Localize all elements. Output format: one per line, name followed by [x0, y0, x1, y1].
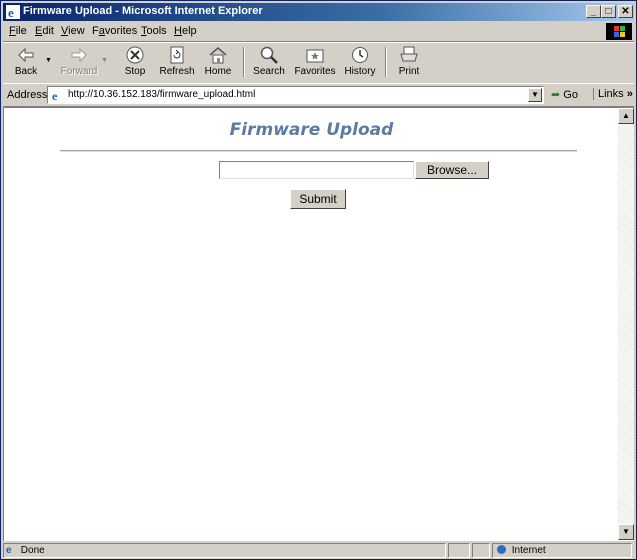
forward-label: Forward [60, 66, 98, 77]
horizontal-rule [60, 150, 577, 152]
refresh-icon [170, 46, 184, 64]
windows-logo-icon [606, 23, 632, 40]
standard-toolbar: Back ▼ Forward ▼ Stop Refresh Home Searc… [3, 42, 634, 84]
menu-file-key: F [9, 25, 16, 37]
menu-help-key: H [174, 25, 182, 37]
toolbar-separator [243, 47, 245, 77]
printer-icon [400, 46, 418, 62]
back-button[interactable]: Back [9, 45, 43, 81]
globe-icon [497, 545, 506, 554]
go-button[interactable]: ➦ Go [551, 88, 578, 101]
zone-panel: Internet [492, 543, 632, 558]
svg-text:e: e [52, 89, 58, 102]
close-button[interactable]: ✕ [618, 5, 633, 18]
refresh-button[interactable]: Refresh [156, 45, 198, 81]
home-label: Home [204, 66, 232, 77]
forward-button[interactable]: Forward [59, 45, 99, 81]
forward-dropdown-icon[interactable]: ▼ [101, 57, 108, 64]
menu-edit[interactable]: Edit [35, 25, 54, 37]
address-label: Address [7, 89, 48, 101]
address-url: http://10.36.152.183/firmware_upload.htm… [68, 89, 256, 100]
status-panel: e Done [3, 543, 446, 558]
menu-tools[interactable]: Tools [141, 25, 167, 37]
back-arrow-icon [18, 47, 34, 63]
zone-label: Internet [511, 545, 546, 556]
search-button[interactable]: Search [249, 45, 289, 81]
vertical-scrollbar[interactable]: ▲ ▼ [618, 108, 634, 540]
menu-tools-key: T [141, 25, 147, 37]
favorites-button[interactable]: Favorites [291, 45, 339, 81]
history-label: History [344, 66, 376, 77]
scroll-up-icon[interactable]: ▲ [618, 108, 634, 124]
title-bar[interactable]: e Firmware Upload - Microsoft Internet E… [3, 3, 634, 21]
links-label: Links [598, 88, 624, 100]
stop-button[interactable]: Stop [115, 45, 155, 81]
menu-edit-key: E [35, 25, 43, 37]
print-label: Print [398, 66, 420, 77]
address-input[interactable]: e http://10.36.152.183/firmware_upload.h… [47, 86, 544, 104]
page-viewport: Firmware Upload Browse... Submit ▲ ▼ [3, 107, 634, 541]
menu-view-key: V [61, 25, 69, 37]
status-bar: e Done Internet [3, 542, 634, 559]
back-dropdown-icon[interactable]: ▼ [45, 57, 52, 64]
history-button[interactable]: History [340, 45, 380, 81]
svg-text:e: e [8, 5, 14, 19]
favorites-label: Favorites [294, 66, 336, 77]
file-path-input[interactable] [219, 161, 414, 179]
browse-button[interactable]: Browse... [415, 161, 489, 179]
go-label: Go [563, 89, 578, 101]
go-arrow-icon: ➦ [551, 89, 561, 101]
chevron-right-icon: » [626, 88, 633, 100]
back-label: Back [14, 66, 38, 77]
stop-icon [126, 46, 144, 64]
minimize-button[interactable]: _ [586, 5, 601, 18]
scroll-down-icon[interactable]: ▼ [618, 524, 634, 540]
menu-file[interactable]: File [9, 25, 27, 37]
home-button[interactable]: Home [200, 45, 236, 81]
maximize-button[interactable]: □ [601, 5, 616, 18]
status-panel-security [472, 543, 490, 558]
internet-explorer-icon: e [6, 5, 20, 19]
address-bar: Address e http://10.36.152.183/firmware_… [3, 83, 634, 107]
history-icon [352, 47, 368, 63]
submit-button[interactable]: Submit [290, 189, 346, 209]
menu-favorites-key: a [98, 25, 105, 37]
menu-view[interactable]: View [61, 25, 85, 37]
search-label: Search [253, 66, 285, 77]
status-panel-progress [448, 543, 470, 558]
home-icon [209, 47, 227, 64]
forward-arrow-icon [71, 47, 87, 63]
print-button[interactable]: Print [393, 45, 425, 81]
window-title: Firmware Upload - Microsoft Internet Exp… [23, 5, 263, 17]
status-text: Done [20, 545, 45, 556]
menu-help[interactable]: Help [174, 25, 197, 37]
menu-favorites[interactable]: Favorites [92, 25, 137, 37]
toolbar-separator [385, 47, 387, 77]
stop-label: Stop [124, 66, 146, 77]
address-dropdown-icon[interactable]: ▼ [528, 88, 542, 102]
search-icon [260, 46, 278, 64]
page-icon: e [50, 88, 64, 102]
favorites-icon [306, 49, 324, 63]
status-page-icon: e [6, 545, 12, 556]
page-title: Firmware Upload [229, 120, 394, 140]
menu-bar: File Edit View Favorites Tools Help [3, 22, 634, 42]
links-button[interactable]: Links » [593, 88, 633, 100]
browser-window: e Firmware Upload - Microsoft Internet E… [0, 0, 637, 560]
refresh-label: Refresh [159, 66, 195, 77]
